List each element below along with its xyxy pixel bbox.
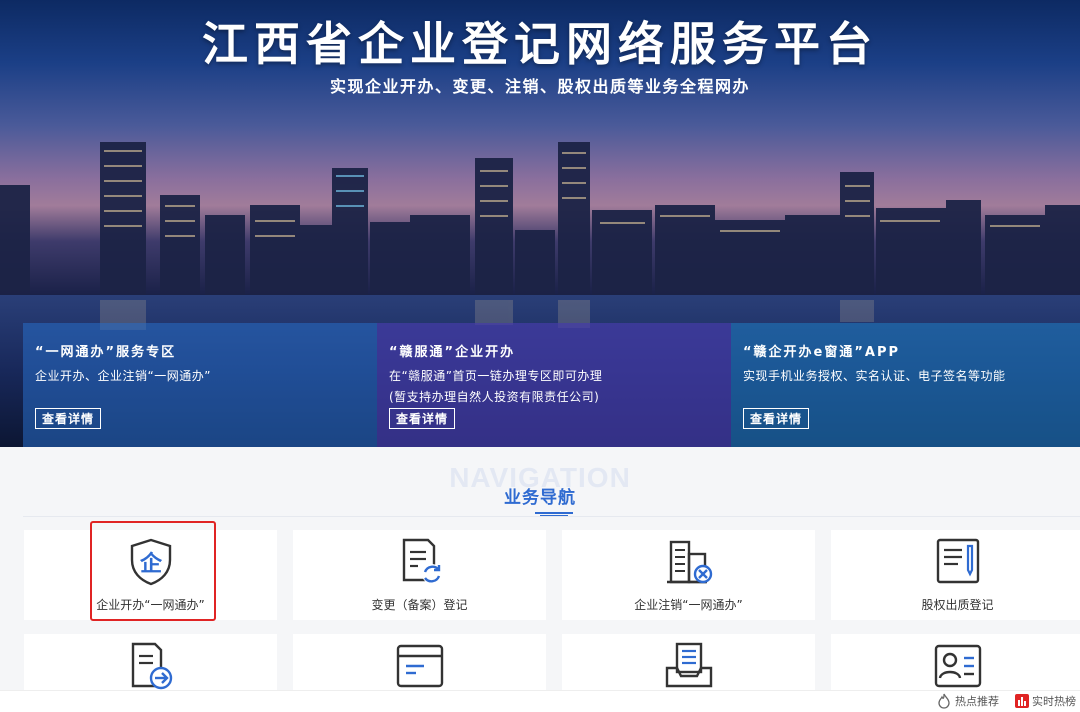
bottom-bar: 热点推荐 实时热榜 bbox=[0, 690, 1080, 712]
service-card-one-network: “一网通办”服务专区 企业开办、企业注销“一网通办” 查看详情 bbox=[23, 323, 377, 447]
service-card-app: “赣企开办e窗通”APP 实现手机业务授权、实名认证、电子签名等功能 查看详情 bbox=[731, 323, 1080, 447]
card-description: 企业开办、企业注销“一网通办” bbox=[35, 369, 211, 383]
window-form-icon bbox=[396, 644, 444, 688]
view-details-button[interactable]: 查看详情 bbox=[389, 408, 456, 429]
title-underline bbox=[535, 512, 573, 514]
page-title: 江西省企业登记网络服务平台 bbox=[202, 17, 878, 71]
tile-tray-document[interactable] bbox=[562, 634, 815, 690]
card-description: 实现手机业务授权、实名认证、电子签名等功能 bbox=[743, 369, 1006, 383]
tile-equity-pledge[interactable]: 股权出质登记 bbox=[831, 530, 1080, 620]
section-divider bbox=[23, 516, 1080, 517]
bar-chart-icon bbox=[1015, 694, 1029, 708]
flame-icon bbox=[938, 693, 950, 709]
tile-id-card[interactable] bbox=[831, 634, 1080, 690]
card-title: “赣企开办e窗通”APP bbox=[743, 345, 901, 360]
highlight-box bbox=[90, 521, 216, 621]
hot-recommend-link[interactable]: 热点推荐 bbox=[936, 693, 999, 709]
tile-label: 变更（备案）登记 bbox=[371, 598, 468, 612]
document-refresh-icon bbox=[402, 538, 442, 584]
service-card-ganfutong: “赣服通”企业开办 在“赣服通”首页一链办理专区即可办理 (暂支持办理自然人投资… bbox=[377, 323, 731, 447]
view-details-button[interactable]: 查看详情 bbox=[743, 408, 810, 429]
building-cancel-icon bbox=[667, 540, 713, 584]
card-description-note: (暂支持办理自然人投资有限责任公司) bbox=[389, 390, 600, 404]
tile-window-form[interactable] bbox=[293, 634, 546, 690]
view-details-button[interactable]: 查看详情 bbox=[35, 408, 102, 429]
realtime-hot-label: 实时热榜 bbox=[1032, 695, 1076, 708]
tile-document-submit[interactable] bbox=[24, 634, 277, 690]
document-pen-icon bbox=[936, 538, 980, 584]
hot-recommend-label: 热点推荐 bbox=[955, 695, 999, 708]
document-arrow-icon bbox=[131, 642, 173, 690]
hero-banner: 江西省企业登记网络服务平台 实现企业开办、变更、注销、股权出质等业务全程网办 “… bbox=[0, 0, 1080, 447]
id-card-icon bbox=[934, 644, 982, 688]
tile-enterprise-deregistration[interactable]: 企业注销“一网通办” bbox=[562, 530, 815, 620]
section-title: 业务导航 bbox=[504, 488, 576, 508]
page-subtitle: 实现企业开办、变更、注销、股权出质等业务全程网办 bbox=[329, 77, 750, 96]
tray-document-icon bbox=[665, 642, 713, 688]
card-title: “赣服通”企业开办 bbox=[389, 345, 516, 360]
realtime-hot-link[interactable]: 实时热榜 bbox=[1015, 693, 1076, 709]
tile-change-registration[interactable]: 变更（备案）登记 bbox=[293, 530, 546, 620]
tile-label: 股权出质登记 bbox=[921, 598, 994, 612]
tile-label: 企业注销“一网通办” bbox=[634, 598, 743, 612]
card-description: 在“赣服通”首页一链办理专区即可办理 bbox=[389, 369, 603, 383]
card-title: “一网通办”服务专区 bbox=[35, 345, 177, 360]
